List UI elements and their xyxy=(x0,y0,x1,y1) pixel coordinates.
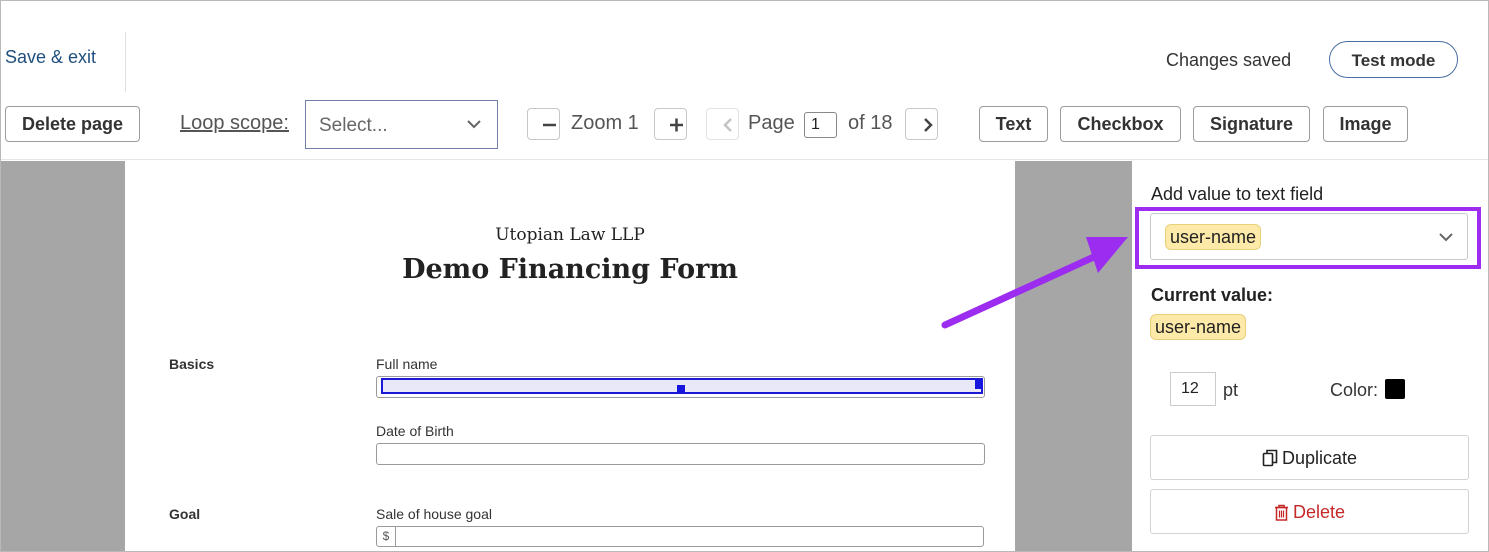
value-pill: user-name xyxy=(1165,224,1262,250)
color-swatch[interactable] xyxy=(1385,379,1405,399)
test-mode-button[interactable]: Test mode xyxy=(1329,41,1458,78)
value-select[interactable]: user-name xyxy=(1150,213,1468,260)
delete-page-button[interactable]: Delete page xyxy=(5,106,140,142)
page-number-input[interactable] xyxy=(804,112,837,138)
chevron-down-icon xyxy=(1437,228,1455,251)
app-window: Save & exit Changes saved Test mode Dele… xyxy=(0,0,1489,552)
header-divider xyxy=(125,32,126,92)
duplicate-label: Duplicate xyxy=(1281,448,1358,468)
trash-icon xyxy=(1274,504,1288,521)
prev-page-button[interactable] xyxy=(706,108,739,140)
field-label-full-name: Full name xyxy=(376,356,438,372)
toolbar-divider xyxy=(1,159,1488,160)
chevron-down-icon xyxy=(465,115,483,138)
field-label-sale-goal: Sale of house goal xyxy=(376,506,492,522)
loop-scope-select[interactable]: Select... xyxy=(305,100,498,149)
next-page-button[interactable] xyxy=(905,108,938,140)
zoom-out-button[interactable] xyxy=(527,108,560,140)
field-label-dob: Date of Birth xyxy=(376,423,454,439)
minus-icon xyxy=(543,123,556,127)
copy-icon xyxy=(1262,449,1278,467)
chevron-right-icon xyxy=(924,118,933,132)
add-checkbox-field-button[interactable]: Checkbox xyxy=(1060,106,1181,142)
resize-handle[interactable] xyxy=(677,385,685,393)
section-basics: Basics xyxy=(169,356,215,372)
firm-name: Utopian Law LLP xyxy=(495,225,645,245)
duplicate-button[interactable]: Duplicate xyxy=(1150,435,1469,480)
zoom-in-button[interactable] xyxy=(654,108,687,140)
add-text-field-button[interactable]: Text xyxy=(979,106,1048,142)
page-label: Page xyxy=(748,112,795,134)
chevron-left-icon xyxy=(723,118,732,132)
sale-goal-input[interactable]: $ xyxy=(376,526,984,547)
color-label: Color: xyxy=(1330,380,1379,400)
save-status: Changes saved xyxy=(1166,50,1292,70)
add-image-field-button[interactable]: Image xyxy=(1323,106,1408,142)
delete-button[interactable]: Delete xyxy=(1150,489,1469,534)
zoom-level: Zoom 1 xyxy=(571,112,639,134)
resize-handle[interactable] xyxy=(975,379,983,389)
loop-scope-label[interactable]: Loop scope: xyxy=(180,112,289,135)
save-exit-link[interactable]: Save & exit xyxy=(5,47,96,68)
dob-input[interactable] xyxy=(376,443,985,465)
add-signature-field-button[interactable]: Signature xyxy=(1193,106,1310,142)
current-value-pill: user-name xyxy=(1150,314,1247,340)
font-unit-label: pt xyxy=(1223,380,1239,400)
loop-scope-placeholder: Select... xyxy=(319,115,388,136)
add-value-label: Add value to text field xyxy=(1151,184,1324,204)
plus-icon xyxy=(670,118,683,132)
form-title: Demo Financing Form xyxy=(402,254,738,285)
current-value-label: Current value: xyxy=(1151,285,1274,305)
currency-prefix: $ xyxy=(377,527,396,546)
document-page: Utopian Law LLP Demo Financing Form Basi… xyxy=(125,161,1015,551)
delete-label: Delete xyxy=(1292,502,1346,522)
font-size-input[interactable] xyxy=(1170,372,1216,406)
page-total: of 18 xyxy=(848,112,893,134)
section-goal: Goal xyxy=(169,506,201,522)
selected-text-field[interactable] xyxy=(381,378,983,394)
